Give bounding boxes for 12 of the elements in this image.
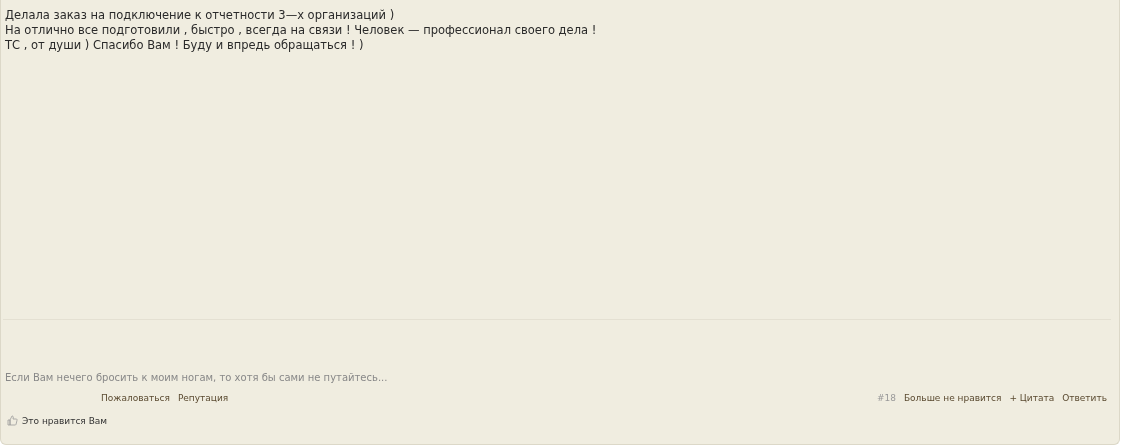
- message-text: Делала заказ на подключение к отчетности 3—х организаций ): [5, 8, 396, 23]
- message-text: На отлично все подготовили , быстро , всегда на связи ! Человек — профессионал своего дела !: [5, 23, 598, 38]
- message-text: ТС , от души ) Спасибо Вам ! Буду и впредь обращаться ! ): [5, 38, 365, 53]
- post-link[interactable]: Репутация: [177, 393, 229, 403]
- post-number: #18: [876, 393, 896, 403]
- thumbs-up-icon: [7, 415, 18, 426]
- post-link[interactable]: Ответить: [1062, 393, 1107, 403]
- signature-text: Если Вам нечего бросить к моим ногам, то хотя бы сами не путайтесь...: [4, 372, 389, 383]
- post-link[interactable]: Больше не нравится: [903, 393, 1002, 403]
- post-link[interactable]: + Цитата: [1009, 393, 1055, 403]
- likes-text: Это нравится Вам: [22, 415, 108, 426]
- post-link[interactable]: Пожаловаться: [101, 393, 170, 403]
